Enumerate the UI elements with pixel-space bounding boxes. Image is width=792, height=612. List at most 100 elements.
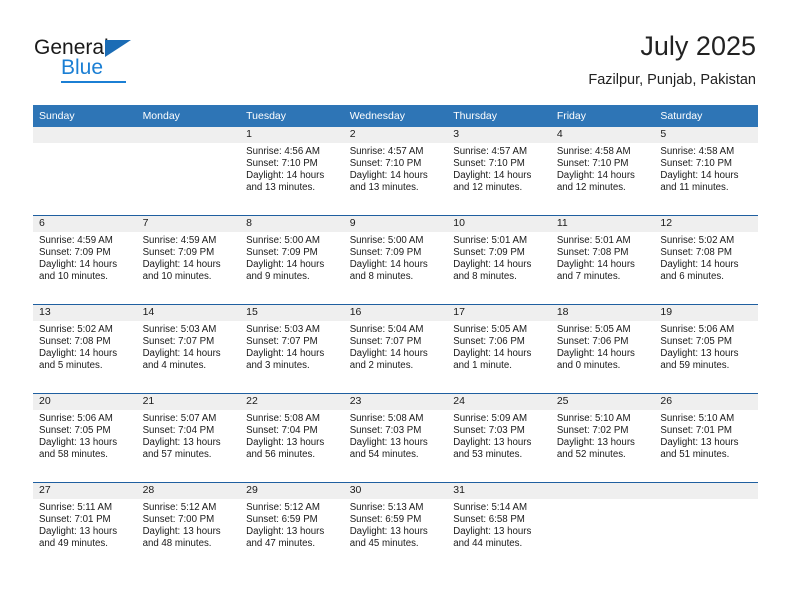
calendar-day-cell[interactable]: 19 Sunrise: 5:06 AM Sunset: 7:05 PM Dayligh… xyxy=(654,304,758,394)
calendar-day-cell[interactable]: 18 Sunrise: 5:05 AM Sunset: 7:06 PM Dayligh… xyxy=(550,304,655,394)
weekday-header-monday: Monday xyxy=(136,105,241,127)
calendar-day-cell xyxy=(550,482,655,571)
day-info-daylight1: Daylight: 13 hours xyxy=(660,348,739,360)
day-info-sunrise: Sunrise: 5:08 AM xyxy=(349,413,424,424)
day-cell-inner: 9 Sunrise: 5:00 AM Sunset: 7:09 PM Daylight… xyxy=(343,216,448,304)
day-info-daylight1: Daylight: 14 hours xyxy=(349,259,428,271)
day-info-daylight1: Daylight: 14 hours xyxy=(142,348,221,360)
calendar-day-cell[interactable]: 4 Sunrise: 4:58 AM Sunset: 7:10 PM Daylight… xyxy=(550,127,655,216)
calendar-day-cell[interactable]: 3 Sunrise: 4:57 AM Sunset: 7:10 PM Daylight… xyxy=(447,127,551,216)
day-sun-info: Sunrise: 5:10 AM Sunset: 7:02 PM Daylight:… xyxy=(551,410,655,461)
day-sun-info: Sunrise: 5:09 AM Sunset: 7:03 PM Daylight:… xyxy=(447,410,551,461)
day-info-daylight2: and 53 minutes. xyxy=(453,449,523,461)
day-sun-info: Sunrise: 5:01 AM Sunset: 7:09 PM Daylight:… xyxy=(447,232,551,283)
day-sun-info: Sunrise: 4:57 AM Sunset: 7:10 PM Daylight:… xyxy=(344,143,448,194)
day-info-sunrise: Sunrise: 5:10 AM xyxy=(556,413,631,424)
calendar-day-cell[interactable]: 2 Sunrise: 4:57 AM Sunset: 7:10 PM Daylight… xyxy=(343,127,448,216)
calendar-day-cell[interactable]: 5 Sunrise: 4:58 AM Sunset: 7:10 PM Daylight… xyxy=(654,127,758,216)
day-number xyxy=(550,483,655,499)
day-sun-info xyxy=(137,143,241,146)
day-cell-inner: 6 Sunrise: 4:59 AM Sunset: 7:09 PM Daylight… xyxy=(33,216,137,304)
calendar-day-cell[interactable]: 28 Sunrise: 5:12 AM Sunset: 7:00 PM Dayligh… xyxy=(136,482,241,571)
day-info-daylight1: Daylight: 13 hours xyxy=(246,437,325,449)
day-info-sunrise: Sunrise: 5:06 AM xyxy=(39,413,113,424)
day-info-sunrise: Sunrise: 5:02 AM xyxy=(39,324,113,335)
day-sun-info: Sunrise: 5:08 AM Sunset: 7:03 PM Daylight:… xyxy=(344,410,448,461)
calendar-day-cell[interactable]: 16 Sunrise: 5:04 AM Sunset: 7:07 PM Dayligh… xyxy=(343,304,448,394)
day-info-sunrise: Sunrise: 5:13 AM xyxy=(349,502,424,513)
calendar-day-cell[interactable]: 13 Sunrise: 5:02 AM Sunset: 7:08 PM Dayligh… xyxy=(33,304,137,394)
day-sun-info: Sunrise: 5:13 AM Sunset: 6:59 PM Daylight:… xyxy=(344,499,448,550)
day-number: 24 xyxy=(447,394,551,410)
day-info-daylight1: Daylight: 14 hours xyxy=(453,170,532,182)
day-info-sunset: Sunset: 7:09 PM xyxy=(39,247,111,259)
day-info-daylight2: and 52 minutes. xyxy=(556,449,626,461)
calendar-day-cell[interactable]: 10 Sunrise: 5:01 AM Sunset: 7:09 PM Dayligh… xyxy=(447,215,551,305)
calendar-day-cell[interactable]: 23 Sunrise: 5:08 AM Sunset: 7:03 PM Dayligh… xyxy=(343,393,448,483)
day-info-daylight1: Daylight: 14 hours xyxy=(556,170,635,182)
calendar-day-cell[interactable]: 25 Sunrise: 5:10 AM Sunset: 7:02 PM Dayligh… xyxy=(550,393,655,483)
calendar-day-cell[interactable]: 30 Sunrise: 5:13 AM Sunset: 6:59 PM Dayligh… xyxy=(343,482,448,571)
calendar-day-cell[interactable]: 24 Sunrise: 5:09 AM Sunset: 7:03 PM Dayligh… xyxy=(447,393,551,483)
calendar-day-cell[interactable]: 27 Sunrise: 5:11 AM Sunset: 7:01 PM Dayligh… xyxy=(33,482,137,571)
calendar-day-cell[interactable]: 7 Sunrise: 4:59 AM Sunset: 7:09 PM Daylight… xyxy=(136,215,241,305)
triangle-icon xyxy=(105,40,131,57)
day-info-sunset: Sunset: 7:03 PM xyxy=(453,425,525,437)
calendar-day-cell[interactable]: 6 Sunrise: 4:59 AM Sunset: 7:09 PM Daylight… xyxy=(33,215,137,305)
day-cell-inner xyxy=(33,127,137,215)
day-sun-info: Sunrise: 5:08 AM Sunset: 7:04 PM Daylight:… xyxy=(240,410,344,461)
day-info-sunset: Sunset: 7:04 PM xyxy=(142,425,215,437)
day-info-sunrise: Sunrise: 4:57 AM xyxy=(349,146,424,157)
day-cell-inner: 11 Sunrise: 5:01 AM Sunset: 7:08 PM Dayligh… xyxy=(550,216,655,304)
day-cell-inner: 28 Sunrise: 5:12 AM Sunset: 7:00 PM Dayligh… xyxy=(136,483,241,571)
calendar-day-cell[interactable]: 15 Sunrise: 5:03 AM Sunset: 7:07 PM Dayligh… xyxy=(240,304,344,394)
calendar-day-cell[interactable]: 29 Sunrise: 5:12 AM Sunset: 6:59 PM Dayligh… xyxy=(240,482,344,571)
day-info-sunrise: Sunrise: 5:12 AM xyxy=(142,502,217,513)
day-info-daylight1: Daylight: 13 hours xyxy=(142,526,221,538)
calendar-day-cell[interactable]: 20 Sunrise: 5:06 AM Sunset: 7:05 PM Dayligh… xyxy=(33,393,137,483)
calendar-day-cell[interactable]: 31 Sunrise: 5:14 AM Sunset: 6:58 PM Dayligh… xyxy=(447,482,551,571)
day-cell-inner: 18 Sunrise: 5:05 AM Sunset: 7:06 PM Dayligh… xyxy=(550,305,655,393)
day-info-daylight1: Daylight: 14 hours xyxy=(246,259,325,271)
calendar-day-cell[interactable]: 22 Sunrise: 5:08 AM Sunset: 7:04 PM Dayligh… xyxy=(240,393,344,483)
day-info-sunrise: Sunrise: 5:01 AM xyxy=(556,235,631,246)
calendar-day-cell[interactable]: 12 Sunrise: 5:02 AM Sunset: 7:08 PM Dayligh… xyxy=(654,215,758,305)
day-info-sunrise: Sunrise: 5:04 AM xyxy=(349,324,424,335)
day-sun-info: Sunrise: 5:06 AM Sunset: 7:05 PM Daylight:… xyxy=(654,321,758,372)
calendar-day-cell[interactable]: 21 Sunrise: 5:07 AM Sunset: 7:04 PM Dayligh… xyxy=(136,393,241,483)
day-cell-inner xyxy=(654,483,758,571)
day-number: 20 xyxy=(33,394,137,410)
day-number: 26 xyxy=(654,394,758,410)
day-info-daylight2: and 44 minutes. xyxy=(453,538,523,550)
day-info-sunset: Sunset: 7:08 PM xyxy=(660,247,732,259)
day-info-sunset: Sunset: 7:09 PM xyxy=(349,247,422,259)
day-info-daylight2: and 54 minutes. xyxy=(349,449,419,461)
calendar-day-cell[interactable]: 26 Sunrise: 5:10 AM Sunset: 7:01 PM Dayligh… xyxy=(654,393,758,483)
day-info-sunrise: Sunrise: 4:57 AM xyxy=(453,146,528,157)
day-info-sunset: Sunset: 7:10 PM xyxy=(349,158,422,170)
day-info-daylight1: Daylight: 14 hours xyxy=(246,170,325,182)
general-blue-logo[interactable]: General Blue xyxy=(34,36,154,84)
calendar-day-cell[interactable]: 1 Sunrise: 4:56 AM Sunset: 7:10 PM Daylight… xyxy=(240,127,344,216)
calendar-day-cell[interactable]: 11 Sunrise: 5:01 AM Sunset: 7:08 PM Dayligh… xyxy=(550,215,655,305)
calendar-day-cell[interactable]: 14 Sunrise: 5:03 AM Sunset: 7:07 PM Dayligh… xyxy=(136,304,241,394)
day-sun-info: Sunrise: 5:00 AM Sunset: 7:09 PM Daylight:… xyxy=(240,232,344,283)
day-info-daylight2: and 10 minutes. xyxy=(142,271,212,283)
day-number: 16 xyxy=(343,305,448,321)
day-info-daylight2: and 56 minutes. xyxy=(246,449,316,461)
day-cell-inner: 8 Sunrise: 5:00 AM Sunset: 7:09 PM Daylight… xyxy=(240,216,344,304)
calendar-day-cell[interactable]: 9 Sunrise: 5:00 AM Sunset: 7:09 PM Daylight… xyxy=(343,215,448,305)
day-sun-info: Sunrise: 5:05 AM Sunset: 7:06 PM Daylight:… xyxy=(447,321,551,372)
day-info-daylight2: and 13 minutes. xyxy=(349,182,419,194)
day-sun-info xyxy=(33,143,137,146)
day-info-sunset: Sunset: 7:07 PM xyxy=(142,336,215,348)
day-info-daylight2: and 7 minutes. xyxy=(556,271,621,283)
day-number: 15 xyxy=(240,305,344,321)
day-sun-info: Sunrise: 5:06 AM Sunset: 7:05 PM Daylight:… xyxy=(33,410,137,461)
day-cell-inner: 1 Sunrise: 4:56 AM Sunset: 7:10 PM Daylight… xyxy=(240,127,344,215)
calendar-day-cell[interactable]: 17 Sunrise: 5:05 AM Sunset: 7:06 PM Dayligh… xyxy=(447,304,551,394)
day-info-daylight1: Daylight: 13 hours xyxy=(349,437,428,449)
calendar-day-cell[interactable]: 8 Sunrise: 5:00 AM Sunset: 7:09 PM Daylight… xyxy=(240,215,344,305)
day-cell-inner: 4 Sunrise: 4:58 AM Sunset: 7:10 PM Daylight… xyxy=(550,127,655,215)
day-sun-info: Sunrise: 5:03 AM Sunset: 7:07 PM Daylight:… xyxy=(240,321,344,372)
